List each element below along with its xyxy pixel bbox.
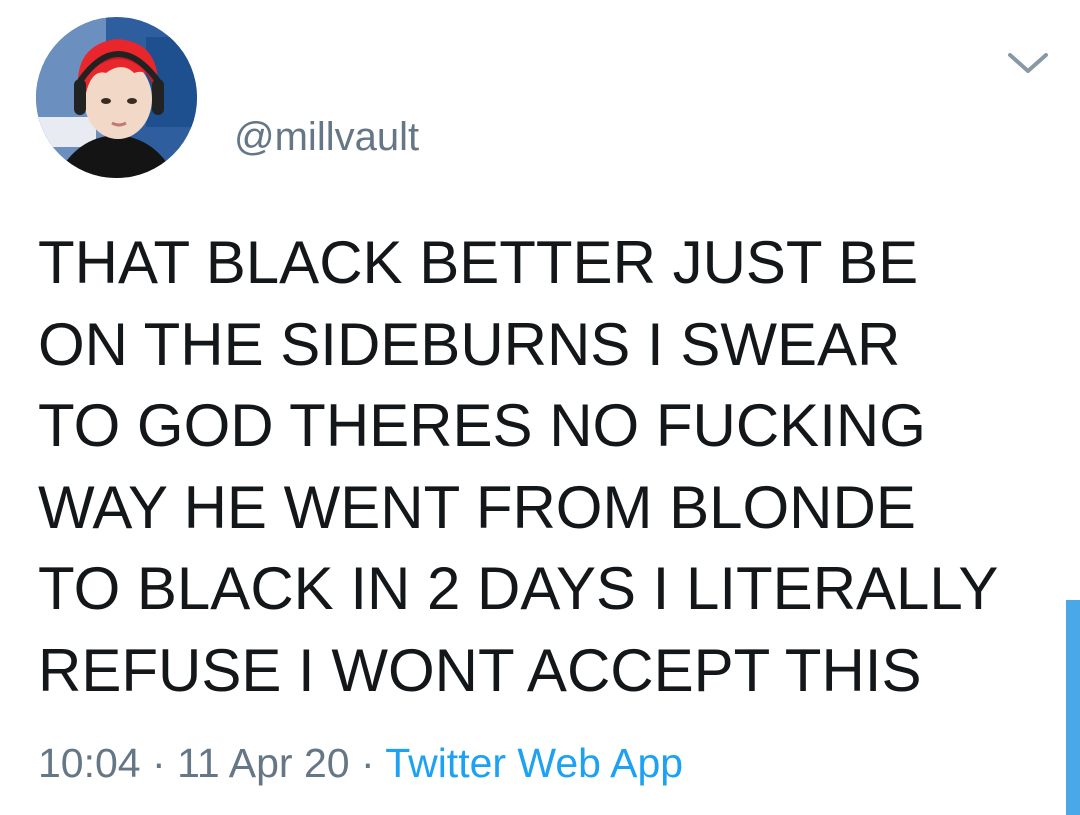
tweet-metadata: 10:04 · 11 Apr 20 · Twitter Web App [38,738,683,788]
meta-separator: · [360,740,375,786]
tweet-text-line: THAT BLACK BETTER JUST BE [38,229,919,296]
username-handle[interactable]: @millvault [234,113,419,161]
profile-avatar-image [36,17,197,178]
tweet-source-link[interactable]: Twitter Web App [385,740,683,786]
meta-separator: · [152,740,166,786]
tweet-text: THAT BLACK BETTER JUST BE ON THE SIDEBUR… [38,222,1038,711]
avatar[interactable] [36,17,197,178]
tweet-text-line: TO BLACK IN 2 DAYS I LITERALLY [38,555,999,622]
tweet-text-line: REFUSE I WONT ACCEPT THIS [38,636,922,704]
tweet-date[interactable]: 11 Apr 20 [177,740,350,786]
tweet-card: @millvault THAT BLACK BETTER JUST BE ON … [0,0,1080,815]
tweet-text-line: ON THE SIDEBURNS I SWEAR [38,310,901,378]
tweet-time[interactable]: 10:04 [38,740,141,786]
chevron-down-icon[interactable] [1005,46,1051,78]
tweet-text-line: WAY HE WENT FROM BLONDE [38,473,916,541]
scrollbar-thumb[interactable] [1066,600,1080,815]
tweet-text-line: TO GOD THERES NO FUCKING [38,392,926,459]
